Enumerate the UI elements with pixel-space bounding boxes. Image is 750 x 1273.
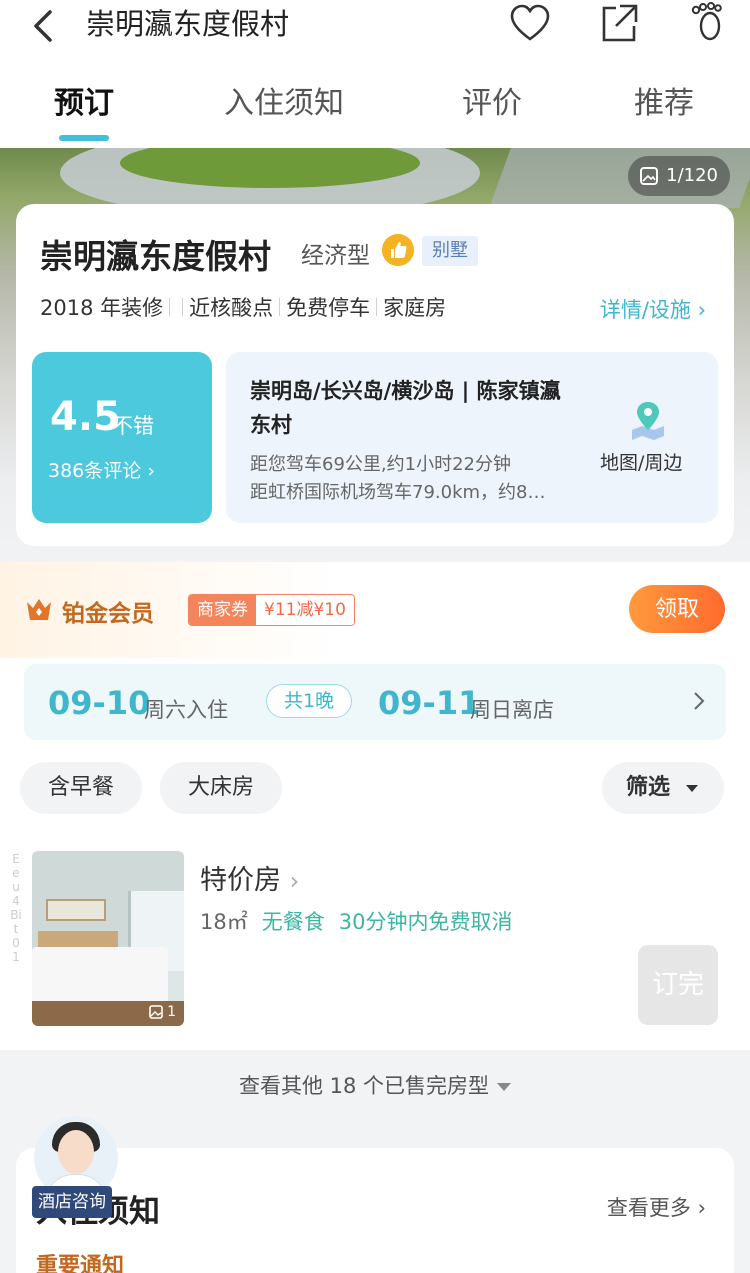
tab-bar: 预订 入住须知 评价 推荐: [0, 62, 750, 148]
rating-word: 不错: [112, 414, 154, 438]
room-name-text: 特价房: [200, 865, 281, 896]
merchant-coupon[interactable]: 商家券 ¥11减¥10: [188, 594, 355, 626]
chevron-right-icon: [694, 692, 705, 710]
thumbs-up-icon: [382, 234, 414, 266]
hotel-name: 崇明瀛东度假村: [40, 237, 271, 276]
checkout-date: 09-11: [378, 684, 481, 722]
facility-item: 2018 年装修: [40, 296, 164, 320]
caret-down-icon: [497, 1083, 512, 1091]
room-card[interactable]: Eeu4Bit01 1 特价房 › 18㎡ 无餐食 30分钟内免费取消 订完: [0, 828, 750, 1050]
tab-checkin-notice[interactable]: 入住须知: [224, 84, 344, 124]
distance-from-airport: 距虹桥国际机场驾车79.0km，约8…: [250, 482, 546, 503]
view-sold-out-label: 查看其他 18 个已售完房型: [238, 1074, 490, 1098]
avatar-face: [58, 1130, 94, 1174]
chevron-right-icon: ›: [697, 1196, 706, 1220]
map-nearby-link[interactable]: 地图/周边: [600, 448, 682, 475]
room-meal: 无餐食: [261, 910, 325, 934]
gallery-icon: [640, 167, 659, 185]
room-image-painting: [46, 899, 106, 921]
hotel-info-card: 崇明瀛东度假村 经济型 别墅 2018 年装修 近核酸点 免费停车 家庭房 详情…: [16, 204, 734, 546]
location-box[interactable]: 崇明岛/长兴岛/横沙岛 | 陈家镇瀛东村 距您驾车69公里,约1小时22分钟 距…: [226, 352, 718, 523]
facility-item: 家庭房: [383, 296, 447, 320]
villa-tag: 别墅: [422, 236, 478, 266]
room-image[interactable]: 1: [32, 851, 184, 1026]
claim-button[interactable]: 领取: [629, 585, 725, 633]
facility-list: 2018 年装修 近核酸点 免费停车 家庭房: [40, 292, 446, 322]
room-image-count: 1: [149, 1004, 176, 1020]
review-count-link[interactable]: 386条评论 ›: [48, 456, 155, 483]
filter-label: 筛选: [626, 775, 671, 800]
heart-icon[interactable]: [508, 2, 552, 46]
facility-item: 近核酸点: [189, 296, 274, 320]
view-sold-out-rooms[interactable]: 查看其他 18 个已售完房型: [0, 1070, 750, 1100]
rating-box[interactable]: 4.5 不错 386条评论 ›: [32, 352, 212, 523]
rating-score: 4.5: [50, 394, 121, 440]
room-meta: 18㎡ 无餐食 30分钟内免费取消: [200, 906, 512, 936]
chevron-right-icon: ›: [289, 867, 300, 895]
page-title: 崇明瀛东度假村: [86, 7, 290, 41]
checkin-label: 周六入住: [144, 698, 228, 722]
map-pin-icon[interactable]: [628, 400, 668, 440]
important-notice: 重要通知: [36, 1254, 125, 1273]
room-image-bed: [32, 947, 168, 1007]
tab-reviews[interactable]: 评价: [462, 84, 522, 124]
date-filter-section: 09-10 周六入住 共1晚 09-11 周日离店 含早餐 大床房 筛选: [0, 658, 750, 828]
footprint-icon[interactable]: [686, 2, 730, 46]
caret-down-icon: [685, 784, 698, 792]
crown-icon: [27, 599, 51, 620]
divider: [376, 298, 378, 316]
image-count-text: 1: [167, 1004, 176, 1020]
hotel-consult-button[interactable]: 酒店咨询: [32, 1116, 162, 1226]
back-arrow-icon[interactable]: [24, 6, 64, 46]
checkin-date: 09-10: [48, 684, 151, 722]
divider: [182, 298, 184, 316]
chevron-right-icon: ›: [147, 460, 155, 482]
distance-from-user: 距您驾车69公里,约1小时22分钟: [250, 454, 511, 475]
review-count: 386条评论: [48, 460, 142, 482]
facility-item: 免费停车: [286, 296, 371, 320]
room-size: 18㎡: [200, 910, 248, 934]
active-tab-indicator: [59, 135, 109, 141]
share-icon[interactable]: [596, 2, 640, 46]
top-bar: 崇明瀛东度假村: [0, 0, 750, 62]
photo-count-text: 1/120: [666, 165, 718, 186]
location-title: 崇明岛/长兴岛/横沙岛 | 陈家镇瀛东村: [250, 379, 561, 437]
tab-recommend[interactable]: 推荐: [634, 84, 694, 124]
room-name[interactable]: 特价房 ›: [200, 858, 299, 897]
filter-chip-king-bed[interactable]: 大床房: [160, 762, 282, 814]
sold-out-button[interactable]: 订完: [638, 945, 718, 1025]
member-bar: 铂金会员 商家券 ¥11减¥10 领取: [0, 562, 750, 658]
coupon-type: 商家券: [189, 595, 256, 625]
divider: [279, 298, 281, 316]
divider: [169, 298, 171, 316]
details-facilities-link[interactable]: 详情/设施 ›: [600, 294, 706, 324]
hotel-type: 经济型: [301, 243, 370, 269]
chevron-right-icon: ›: [697, 298, 706, 322]
date-selector[interactable]: 09-10 周六入住 共1晚 09-11 周日离店: [24, 664, 726, 740]
checkout-label: 周日离店: [470, 698, 554, 722]
coupon-value: ¥11减¥10: [256, 595, 354, 625]
room-cancel-policy: 30分钟内免费取消: [338, 910, 513, 934]
policy-more-label: 查看更多: [606, 1196, 691, 1220]
filter-button[interactable]: 筛选: [602, 762, 724, 814]
details-link-label: 详情/设施: [599, 298, 691, 322]
gallery-icon: [149, 1005, 163, 1019]
tab-booking[interactable]: 预订: [54, 84, 114, 124]
policy-more-link[interactable]: 查看更多 ›: [607, 1192, 706, 1222]
nights-badge: 共1晚: [266, 684, 352, 718]
member-level: 铂金会员: [62, 601, 154, 627]
photo-count-badge[interactable]: 1/120: [628, 156, 730, 196]
watermark-text: Eeu4Bit01: [10, 852, 22, 964]
consult-label: 酒店咨询: [32, 1186, 112, 1218]
filter-chip-breakfast[interactable]: 含早餐: [20, 762, 142, 814]
